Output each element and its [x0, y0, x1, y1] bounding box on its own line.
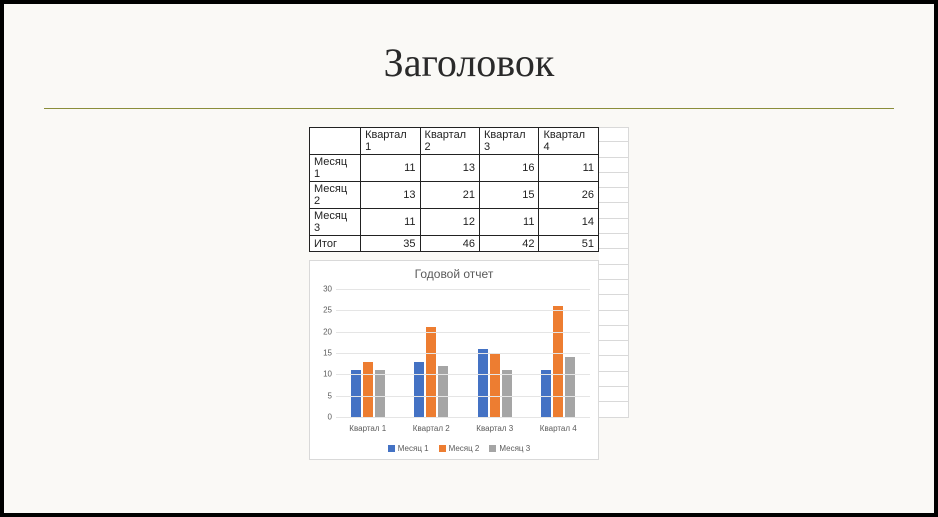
- legend-swatch: [489, 445, 496, 452]
- cell: 11: [480, 209, 539, 236]
- chart-x-labels: Квартал 1Квартал 2Квартал 3Квартал 4: [336, 424, 590, 433]
- col-header: Квартал 1: [361, 128, 420, 155]
- chart-plot-area: 051015202530: [336, 289, 590, 417]
- legend-label: Месяц 3: [499, 444, 530, 453]
- row-header: Месяц 3: [310, 209, 361, 236]
- cell: 12: [420, 209, 479, 236]
- chart-bar: [363, 362, 373, 417]
- chart-y-tick: 30: [316, 285, 332, 294]
- cell: 15: [480, 182, 539, 209]
- chart-bar: [426, 327, 436, 417]
- cell: 11: [361, 155, 420, 182]
- chart-bar: [565, 357, 575, 417]
- chart-bar: [541, 370, 551, 417]
- chart-bar: [502, 370, 512, 417]
- cell: 42: [480, 236, 539, 252]
- table-header-row: Квартал 1 Квартал 2 Квартал 3 Квартал 4: [310, 128, 599, 155]
- chart-bar: [351, 370, 361, 417]
- chart-grid-line: [336, 374, 590, 375]
- cell: 11: [361, 209, 420, 236]
- chart-y-tick: 25: [316, 306, 332, 315]
- cell: 13: [420, 155, 479, 182]
- cell: 14: [539, 209, 599, 236]
- cell: 51: [539, 236, 599, 252]
- cell: 46: [420, 236, 479, 252]
- row-header: Месяц 1: [310, 155, 361, 182]
- chart-bar: [490, 353, 500, 417]
- chart-bar: [414, 362, 424, 417]
- chart-x-label: Квартал 3: [463, 424, 527, 433]
- content-area: Квартал 1 Квартал 2 Квартал 3 Квартал 4 …: [44, 127, 894, 460]
- table-row-total: Итог 35 46 42 51: [310, 236, 599, 252]
- table-row: Месяц 2 13 21 15 26: [310, 182, 599, 209]
- embedded-sheet: Квартал 1 Квартал 2 Квартал 3 Квартал 4 …: [309, 127, 629, 460]
- chart: Годовой отчет 051015202530 Квартал 1Квар…: [309, 260, 599, 460]
- cell: 26: [539, 182, 599, 209]
- table-corner-cell: [310, 128, 361, 155]
- cell: 11: [539, 155, 599, 182]
- chart-bar: [478, 349, 488, 417]
- chart-grid-line: [336, 396, 590, 397]
- legend-swatch: [388, 445, 395, 452]
- chart-x-label: Квартал 4: [527, 424, 591, 433]
- chart-grid-line: [336, 310, 590, 311]
- title-underline: [44, 108, 894, 109]
- legend-swatch: [439, 445, 446, 452]
- slide: Заголовок Квартал 1 Квартал 2 Квартал 3 …: [4, 4, 934, 513]
- chart-legend: Месяц 1 Месяц 2 Месяц 3: [310, 444, 598, 453]
- row-header: Итог: [310, 236, 361, 252]
- chart-grid-line: [336, 289, 590, 290]
- col-header: Квартал 3: [480, 128, 539, 155]
- row-header: Месяц 2: [310, 182, 361, 209]
- data-table: Квартал 1 Квартал 2 Квартал 3 Квартал 4 …: [309, 127, 599, 252]
- chart-grid-line: [336, 353, 590, 354]
- chart-x-label: Квартал 2: [400, 424, 464, 433]
- chart-bar: [553, 306, 563, 417]
- chart-y-tick: 0: [316, 413, 332, 422]
- chart-bar: [375, 370, 385, 417]
- cell: 13: [361, 182, 420, 209]
- chart-title: Годовой отчет: [310, 261, 598, 283]
- table-row: Месяц 3 11 12 11 14: [310, 209, 599, 236]
- chart-grid-line: [336, 417, 590, 418]
- legend-label: Месяц 2: [449, 444, 480, 453]
- col-header: Квартал 4: [539, 128, 599, 155]
- chart-y-tick: 10: [316, 370, 332, 379]
- chart-y-tick: 5: [316, 391, 332, 400]
- table-row: Месяц 1 11 13 16 11: [310, 155, 599, 182]
- chart-x-label: Квартал 1: [336, 424, 400, 433]
- spreadsheet-empty-cells: [599, 127, 629, 418]
- chart-y-tick: 15: [316, 349, 332, 358]
- chart-grid-line: [336, 332, 590, 333]
- chart-y-tick: 20: [316, 327, 332, 336]
- cell: 16: [480, 155, 539, 182]
- cell: 21: [420, 182, 479, 209]
- col-header: Квартал 2: [420, 128, 479, 155]
- cell: 35: [361, 236, 420, 252]
- legend-label: Месяц 1: [398, 444, 429, 453]
- page-title: Заголовок: [44, 39, 894, 86]
